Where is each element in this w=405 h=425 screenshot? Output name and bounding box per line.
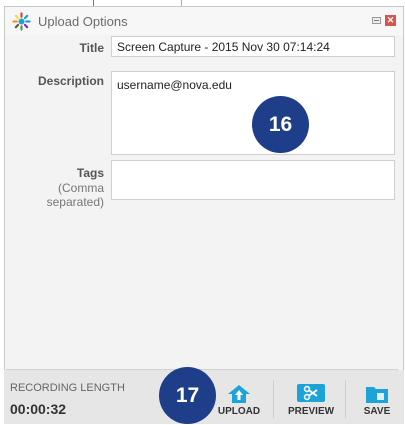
preview-label: PREVIEW [287, 406, 335, 417]
window-title: Upload Options [38, 14, 128, 29]
tags-label: Tags [76, 166, 104, 180]
preview-button[interactable]: PREVIEW [286, 382, 336, 420]
tags-field[interactable] [111, 160, 395, 200]
folder-save-icon [366, 387, 388, 403]
annotation-badge: 17 [159, 367, 216, 424]
upload-button[interactable]: UPLOAD [214, 382, 264, 420]
upload-home-icon [228, 385, 250, 403]
minimize-icon[interactable] [372, 17, 381, 24]
title-field[interactable]: Screen Capture - 2015 Nov 30 07:14:24 [111, 36, 395, 57]
tags-hint-line1: (Comma [57, 181, 104, 195]
title-label: Title [79, 41, 104, 55]
tags-hint-line2: separated) [46, 195, 104, 209]
description-label: Description [37, 74, 104, 88]
description-field[interactable]: username@nova.edu [111, 71, 395, 155]
upload-label: UPLOAD [217, 406, 261, 417]
toolbar-separator [345, 380, 346, 418]
toolbar-separator [273, 380, 274, 418]
recording-time: 00:00:32 [10, 401, 67, 417]
scissors-icon [297, 384, 325, 402]
save-button[interactable]: SAVE [352, 382, 402, 420]
recording-length-label: RECORDING LENGTH [10, 382, 125, 394]
annotation-badge: 16 [252, 96, 309, 153]
close-icon[interactable]: ✕ [385, 15, 396, 26]
upload-options-window: Upload Options ✕ [4, 6, 404, 424]
save-label: SAVE [363, 406, 391, 417]
upload-options-icon [12, 12, 31, 31]
title-bar: Upload Options ✕ [5, 7, 403, 35]
